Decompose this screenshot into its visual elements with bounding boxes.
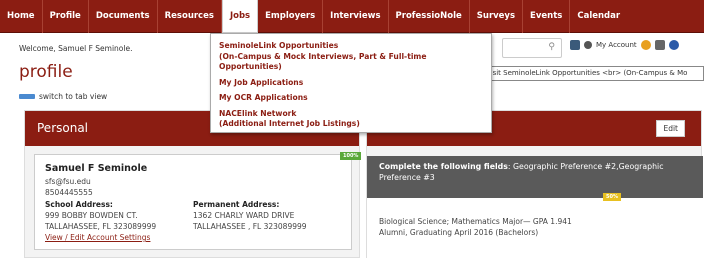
school-address-line2: TALLAHASSEE, FL 323089999: [45, 222, 157, 231]
graduation-line: Alumni, Graduating April 2016 (Bachelors…: [379, 228, 539, 237]
nav-home[interactable]: Home: [0, 0, 43, 33]
nav-events[interactable]: Events: [523, 0, 571, 33]
menu-item-my-ocr-applications[interactable]: My OCR Applications: [219, 93, 483, 104]
nav-resources[interactable]: Resources: [158, 0, 222, 33]
student-email: sfs@fsu.edu: [45, 177, 91, 186]
menu-item-label[interactable]: NACElink Network: [219, 109, 483, 120]
menu-item-seminolelink[interactable]: SeminoleLink Opportunities (On-Campus & …: [219, 41, 483, 73]
search-icon[interactable]: ⚲: [548, 42, 555, 52]
menu-item-label[interactable]: SeminoleLink Opportunities: [219, 41, 483, 52]
globe-icon[interactable]: [668, 40, 679, 50]
nav-jobs[interactable]: Jobs: [221, 0, 259, 33]
student-phone: 8504445555: [45, 188, 93, 197]
nav-employers[interactable]: Employers: [258, 0, 324, 33]
completion-badge-academic: 50%: [603, 193, 621, 201]
calendar-icon[interactable]: [570, 40, 580, 50]
nav-documents[interactable]: Documents: [89, 0, 158, 33]
print-icon[interactable]: [654, 40, 665, 50]
menu-item-sublabel[interactable]: (On-Campus & Mock Interviews, Part & Ful…: [219, 52, 483, 73]
tooltip: Visit SeminoleLink Opportunities <br> (O…: [482, 66, 704, 81]
completion-badge-personal: 100%: [340, 152, 362, 160]
school-address-line1: 999 BOBBY BOWDEN CT.: [45, 211, 138, 220]
nav-calendar[interactable]: Calendar: [570, 0, 627, 33]
nav-surveys[interactable]: Surveys: [470, 0, 524, 33]
incomplete-fields-notice: Complete the following fields: Geographi…: [367, 156, 703, 198]
page-title: profile: [19, 62, 73, 82]
switch-to-tab-view[interactable]: switch to tab view: [19, 92, 107, 101]
academic-body: Biological Science; Mathematics Major— G…: [367, 198, 703, 259]
main-nav: Home Profile Documents Resources Jobs Em…: [0, 0, 704, 33]
permanent-address-line1: 1362 CHARLY WARD DRIVE: [193, 211, 295, 220]
switch-label[interactable]: switch to tab view: [39, 92, 107, 101]
nav-interviews[interactable]: Interviews: [323, 0, 389, 33]
student-name: Samuel F Seminole: [45, 163, 148, 174]
complete-label: Complete the following fields: [379, 162, 508, 171]
search-input[interactable]: ⚲: [502, 38, 562, 58]
edit-account-link[interactable]: View / Edit Account Settings: [45, 232, 193, 243]
help-icon[interactable]: [640, 40, 651, 50]
menu-item-my-job-applications[interactable]: My Job Applications: [219, 78, 483, 89]
menu-item-sublabel[interactable]: (Additional Internet Job Listings): [219, 119, 483, 130]
welcome-text: Welcome, Samuel F Seminole.: [19, 44, 133, 53]
personal-body: Samuel F Seminole sfs@fsu.edu 8504445555…: [34, 154, 352, 250]
menu-item-nacelink[interactable]: NACElink Network (Additional Internet Jo…: [219, 109, 483, 130]
my-account-link[interactable]: My Account: [596, 41, 637, 49]
major-line: Biological Science; Mathematics Major— G…: [379, 217, 572, 226]
nav-profile[interactable]: Profile: [43, 0, 89, 33]
permanent-address-label: Permanent Address:: [193, 200, 280, 209]
edit-button[interactable]: Edit: [656, 120, 685, 137]
tab-view-icon: [19, 94, 35, 99]
account-toolbar: My Account: [570, 40, 679, 50]
user-icon[interactable]: [584, 41, 592, 49]
school-address-label: School Address:: [45, 200, 113, 209]
jobs-dropdown-menu: SeminoleLink Opportunities (On-Campus & …: [210, 33, 492, 133]
nav-professionole[interactable]: ProfessioNole: [389, 0, 470, 33]
permanent-address-line2: TALLAHASSEE , FL 323089999: [193, 222, 307, 231]
